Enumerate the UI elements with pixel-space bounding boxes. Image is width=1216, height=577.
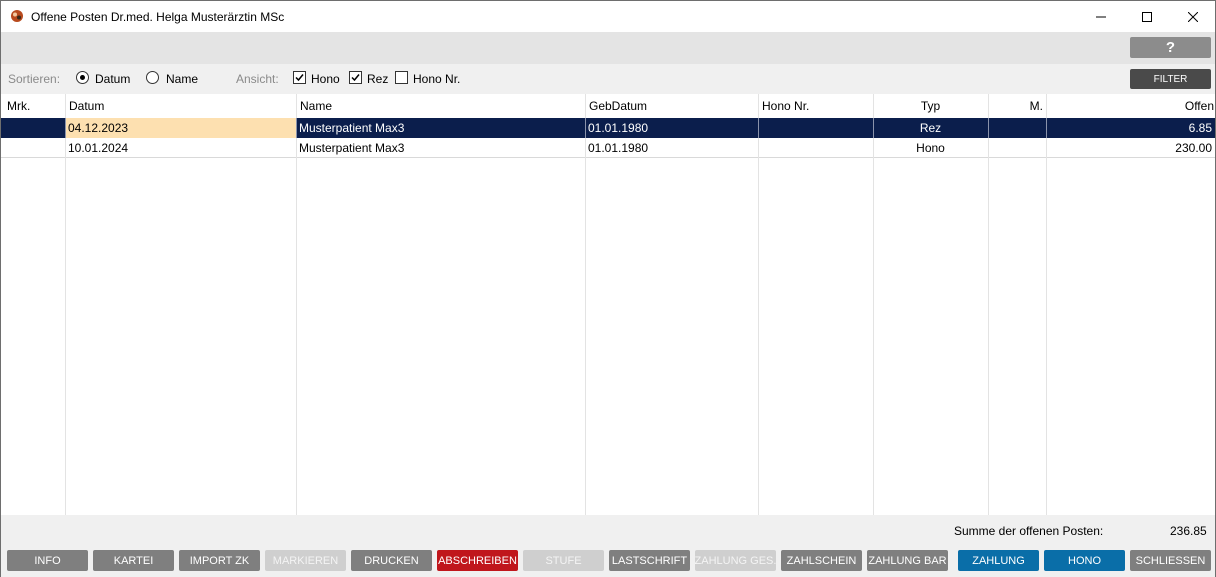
open-items-table: Mrk. Datum Name GebDatum Hono Nr. Typ M.… <box>1 94 1215 515</box>
minimize-button[interactable] <box>1078 1 1124 32</box>
checkmark-icon <box>295 74 304 82</box>
header-mrk[interactable]: Mrk. <box>7 99 30 113</box>
cell-divider <box>988 138 989 158</box>
markieren-button[interactable]: MARKIEREN <box>265 550 346 571</box>
summary-label: Summe der offenen Posten: <box>954 524 1104 538</box>
cell-divider <box>65 118 66 138</box>
cell-divider <box>585 118 586 138</box>
window-title: Offene Posten Dr.med. Helga Musterärztin… <box>31 10 285 24</box>
sort-name-radio[interactable] <box>146 71 159 84</box>
schliessen-button[interactable]: SCHLIESSEN <box>1130 550 1211 571</box>
summary-bar: Summe der offenen Posten: 236.85 <box>1 515 1215 546</box>
offene-posten-window: Offene Posten Dr.med. Helga Musterärztin… <box>0 0 1216 577</box>
action-button-bar: INFO KARTEI IMPORT ZK MARKIEREN DRUCKEN … <box>1 546 1215 577</box>
sort-datum-label[interactable]: Datum <box>95 72 130 86</box>
cell-divider <box>585 138 586 158</box>
info-button[interactable]: INFO <box>7 550 88 571</box>
hono-button[interactable]: HONO <box>1044 550 1125 571</box>
view-hono-nr-checkbox[interactable] <box>395 71 408 84</box>
kartei-button[interactable]: KARTEI <box>93 550 174 571</box>
view-hono-checkbox[interactable] <box>293 71 306 84</box>
cell-datum[interactable]: 10.01.2024 <box>68 141 128 155</box>
sort-label: Sortieren: <box>8 72 61 86</box>
header-datum[interactable]: Datum <box>69 99 104 113</box>
cell-divider <box>296 118 297 138</box>
cell-offen[interactable]: 6.85 <box>1046 121 1212 135</box>
sort-name-label[interactable]: Name <box>166 72 198 86</box>
header-offen[interactable]: Offen <box>1046 99 1214 113</box>
header-typ[interactable]: Typ <box>873 99 988 113</box>
view-hono-nr-label[interactable]: Hono Nr. <box>413 72 460 86</box>
zahlschein-button[interactable]: ZAHLSCHEIN <box>781 550 862 571</box>
app-logo-icon <box>11 10 23 22</box>
view-rez-checkbox[interactable] <box>349 71 362 84</box>
help-button[interactable]: ? <box>1130 37 1211 58</box>
cell-gebdatum[interactable]: 01.01.1980 <box>588 121 648 135</box>
close-window-button[interactable] <box>1170 1 1216 32</box>
cell-divider <box>758 118 759 138</box>
close-icon <box>1188 11 1198 22</box>
zahlung-bar-button[interactable]: ZAHLUNG BAR <box>867 550 948 571</box>
summary-value: 236.85 <box>1170 524 1207 538</box>
zahlung-button[interactable]: ZAHLUNG <box>958 550 1039 571</box>
zahlung-ges-button[interactable]: ZAHLUNG GES. <box>695 550 776 571</box>
cell-name[interactable]: Musterpatient Max3 <box>299 141 404 155</box>
cell-typ[interactable]: Hono <box>873 141 988 155</box>
maximize-button[interactable] <box>1124 1 1170 32</box>
import-zk-button[interactable]: IMPORT ZK <box>179 550 260 571</box>
cell-gebdatum[interactable]: 01.01.1980 <box>588 141 648 155</box>
cell-typ[interactable]: Rez <box>873 121 988 135</box>
drucken-button[interactable]: DRUCKEN <box>351 550 432 571</box>
options-bar: Sortieren: Datum Name Ansicht: Hono Rez … <box>1 64 1215 94</box>
stufe-button[interactable]: STUFE <box>523 550 604 571</box>
view-label: Ansicht: <box>236 72 279 86</box>
view-hono-label[interactable]: Hono <box>311 72 340 86</box>
view-rez-label[interactable]: Rez <box>367 72 388 86</box>
cell-divider <box>758 138 759 158</box>
title-bar: Offene Posten Dr.med. Helga Musterärztin… <box>1 1 1215 32</box>
header-gebdatum[interactable]: GebDatum <box>589 99 647 113</box>
header-hono-nr[interactable]: Hono Nr. <box>762 99 809 113</box>
header-m[interactable]: M. <box>988 99 1043 113</box>
lastschrift-button[interactable]: LASTSCHRIFT <box>609 550 690 571</box>
checkmark-icon <box>351 74 360 82</box>
cell-offen[interactable]: 230.00 <box>1046 141 1212 155</box>
cell-divider <box>988 118 989 138</box>
cell-name[interactable]: Musterpatient Max3 <box>299 121 404 135</box>
table-row-selected[interactable]: 04.12.2023 Musterpatient Max3 01.01.1980… <box>1 118 1215 138</box>
cell-datum[interactable]: 04.12.2023 <box>68 121 128 135</box>
cell-divider <box>65 138 66 158</box>
filter-button[interactable]: FILTER <box>1130 69 1211 89</box>
help-strip: ? <box>1 32 1215 64</box>
header-name[interactable]: Name <box>300 99 332 113</box>
minimize-icon <box>1096 16 1106 17</box>
table-row[interactable]: 10.01.2024 Musterpatient Max3 01.01.1980… <box>1 138 1215 158</box>
abschreiben-button[interactable]: ABSCHREIBEN <box>437 550 518 571</box>
sort-datum-radio[interactable] <box>76 71 89 84</box>
maximize-icon <box>1142 11 1152 22</box>
cell-divider <box>296 138 297 158</box>
